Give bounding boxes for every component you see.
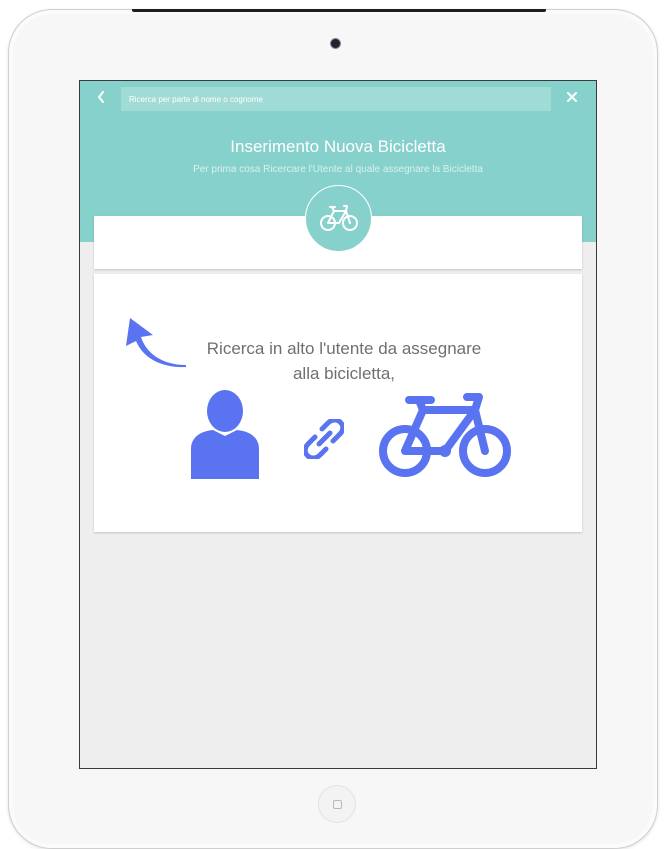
close-button[interactable] xyxy=(564,89,580,105)
bicycle-icon xyxy=(379,393,511,477)
page-subtitle: Per prima cosa Ricercare l'Utente al qua… xyxy=(193,164,483,175)
home-square-icon xyxy=(333,800,342,809)
app-screen: Inserimento Nuova Bicicletta Per prima c… xyxy=(79,80,597,769)
instruction-text: Ricerca in alto l'utente da assegnare al… xyxy=(164,336,524,386)
bicycle-icon xyxy=(320,205,358,231)
close-icon xyxy=(567,92,577,102)
camera-icon xyxy=(331,39,340,48)
home-button[interactable] xyxy=(318,785,356,823)
user-icon xyxy=(191,390,259,479)
instruction-card: Ricerca in alto l'utente da assegnare al… xyxy=(94,274,582,532)
bike-badge xyxy=(305,185,372,252)
tablet-top-edge xyxy=(132,9,546,12)
back-button[interactable] xyxy=(94,90,108,106)
instruction-line-1: Ricerca in alto l'utente da assegnare xyxy=(206,339,482,358)
page-title: Inserimento Nuova Bicicletta xyxy=(230,137,446,156)
chevron-left-icon xyxy=(98,91,104,103)
instruction-line-2: alla bicicletta, xyxy=(292,364,396,383)
search-input[interactable] xyxy=(121,87,551,111)
link-icon xyxy=(304,419,344,459)
